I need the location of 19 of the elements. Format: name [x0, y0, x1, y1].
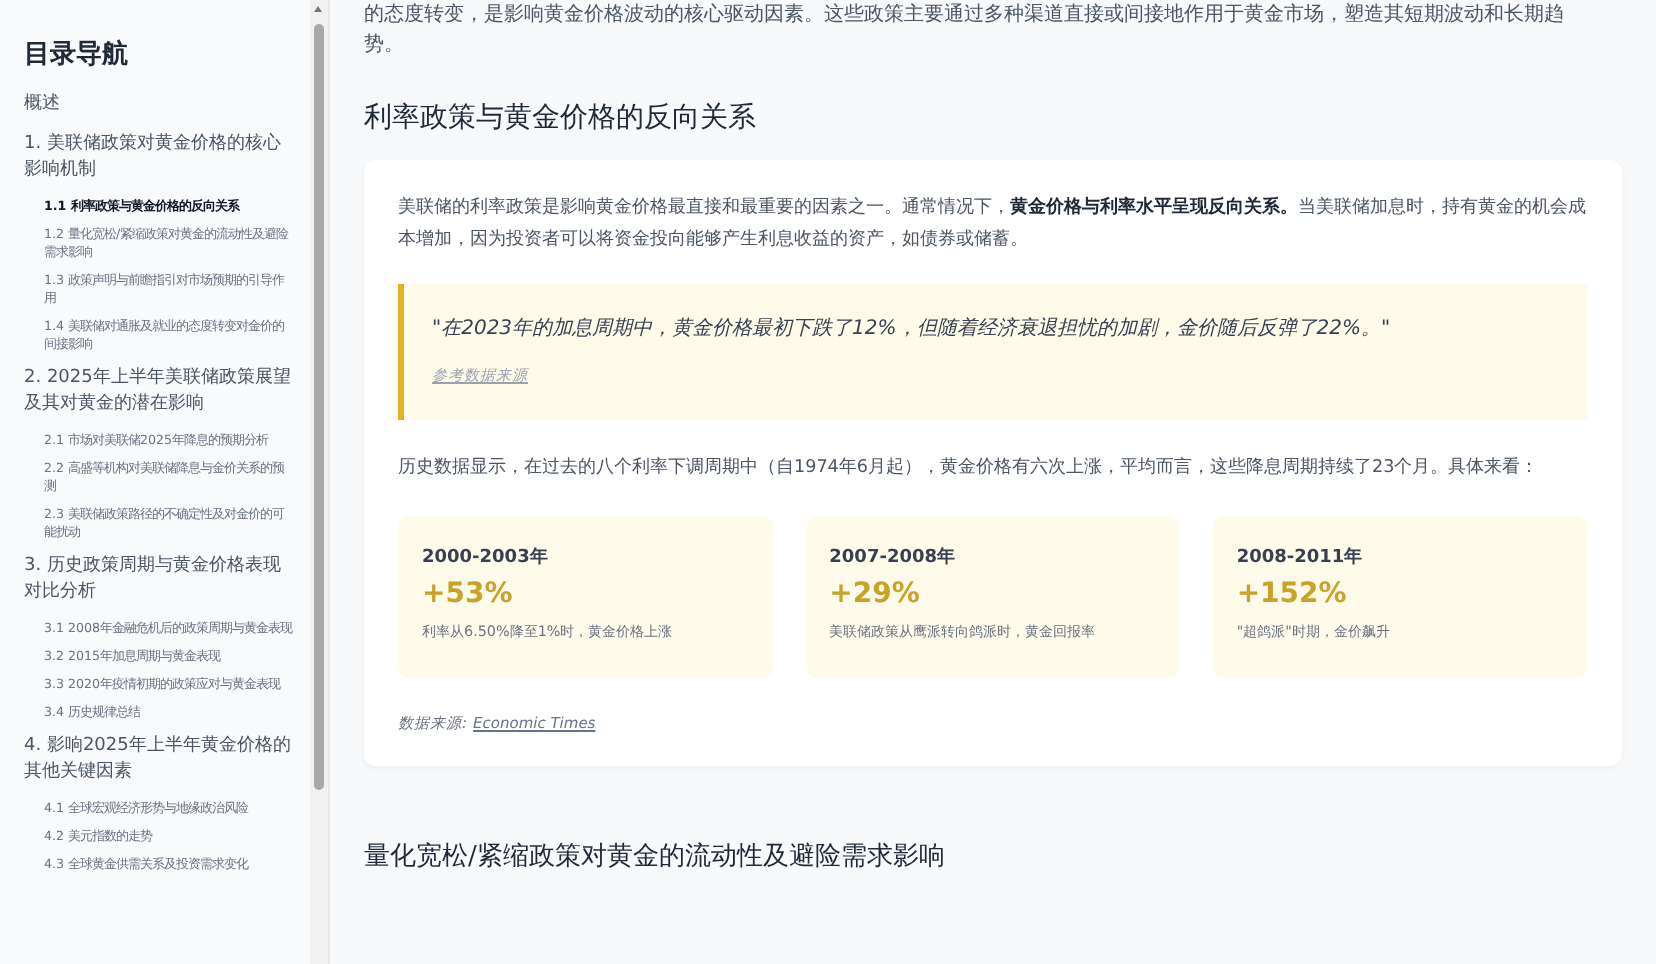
- body-paragraph: 历史数据显示，在过去的八个利率下调周期中（自1974年6月起），黄金价格有六次上涨，平均而言，这些降息周期持续了23个月。具体来看：: [398, 455, 1541, 482]
- quote-text: "在2023年的加息周期中，黄金价格最初下跌了12%，但随着经济衰退担忧的加剧，金价随后反弹了22%。": [432, 315, 1393, 342]
- stat-value: +152%: [1236, 578, 1349, 610]
- scrollbar[interactable]: [310, 0, 328, 964]
- stat-value: +29%: [829, 578, 922, 610]
- section-heading: 量化宽松/紧缩政策对黄金的流动性及避险需求影响: [364, 840, 945, 874]
- stat-value: +53%: [422, 578, 515, 610]
- toc-item[interactable]: 1. 美联储政策对黄金价格的核心影响机制: [24, 132, 294, 184]
- stat-period: 2000-2003年: [422, 545, 550, 570]
- toc-item[interactable]: 3. 历史政策周期与黄金价格表现对比分析: [24, 554, 294, 606]
- body-paragraph: 美联储的利率政策是影响黄金价格最直接和最重要的因素之一。通常情况下，黄金价格与利率水平呈现反向关系。当美联储加息时，持有黄金的机会成本增加，因为投资者可以将资金投向能够产生利息收益的资产，如债券或储蓄。: [398, 194, 1588, 254]
- intro-paragraph: 的态度转变，是影响黄金价格波动的核心驱动因素。这些政策主要通过多种渠道直接或间接地作用于黄金市场，塑造其短期波动和长期趋势。: [364, 1, 1566, 60]
- sidebar-title: 目录导航: [24, 37, 130, 72]
- toc-item[interactable]: 概述: [24, 92, 294, 118]
- toc-item[interactable]: 4. 影响2025年上半年黄金价格的其他关键因素: [24, 734, 294, 786]
- section-heading: 利率政策与黄金价格的反向关系: [364, 100, 756, 136]
- toc-item[interactable]: 2. 2025年上半年美联储政策展望及其对黄金的潜在影响: [24, 366, 294, 418]
- stat-period: 2008-2011年: [1236, 545, 1365, 570]
- stat-period: 2007-2008年: [829, 545, 957, 570]
